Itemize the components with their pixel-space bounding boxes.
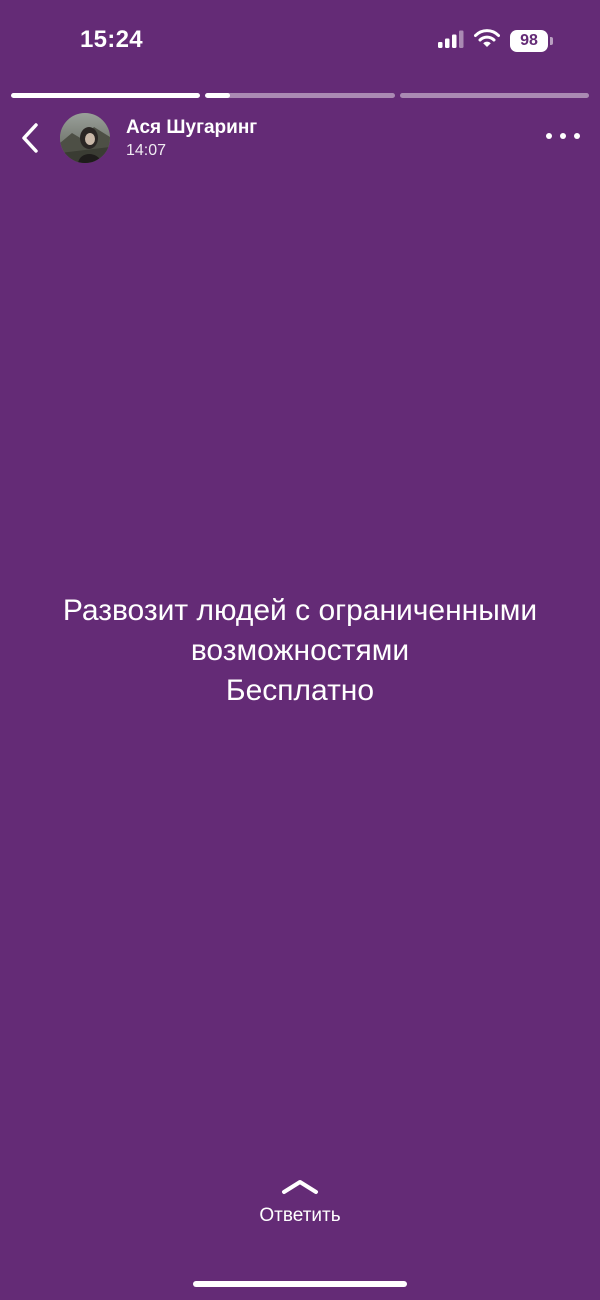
story-progress-segment [11, 93, 201, 98]
story-time: 14:07 [126, 142, 167, 159]
reply-button[interactable]: Ответить [200, 1174, 400, 1234]
story-progress-segment [399, 93, 589, 98]
battery-icon: 98 [510, 30, 553, 52]
story-text: Развозит людей с ограниченными возможнос… [0, 591, 600, 711]
ellipsis-dot [560, 133, 566, 139]
story-text-line: Развозит людей с ограниченными [62, 594, 538, 627]
wifi-icon [474, 29, 500, 53]
story-text-line: Бесплатно [225, 674, 375, 707]
chevron-left-icon [22, 123, 38, 153]
battery-level: 98 [520, 32, 538, 49]
story-screen: 15:24 98 Ася Шугаринг 14:07 Развозит люд… [0, 0, 600, 1300]
ellipsis-dot [574, 133, 580, 139]
story-author[interactable]: Ася Шугаринг [126, 117, 257, 139]
cellular-signal-icon [438, 30, 464, 53]
back-button[interactable] [16, 120, 44, 156]
status-time: 15:24 [80, 26, 143, 53]
story-progress [11, 93, 589, 99]
chevron-up-icon [282, 1180, 318, 1194]
more-options-button[interactable] [546, 126, 580, 146]
avatar[interactable] [60, 113, 110, 163]
home-indicator[interactable] [193, 1281, 407, 1287]
status-icons: 98 [438, 28, 553, 54]
story-progress-segment [205, 93, 395, 98]
reply-label: Ответить [259, 1205, 341, 1226]
story-text-line: возможностями [190, 634, 410, 667]
ellipsis-dot [546, 133, 552, 139]
